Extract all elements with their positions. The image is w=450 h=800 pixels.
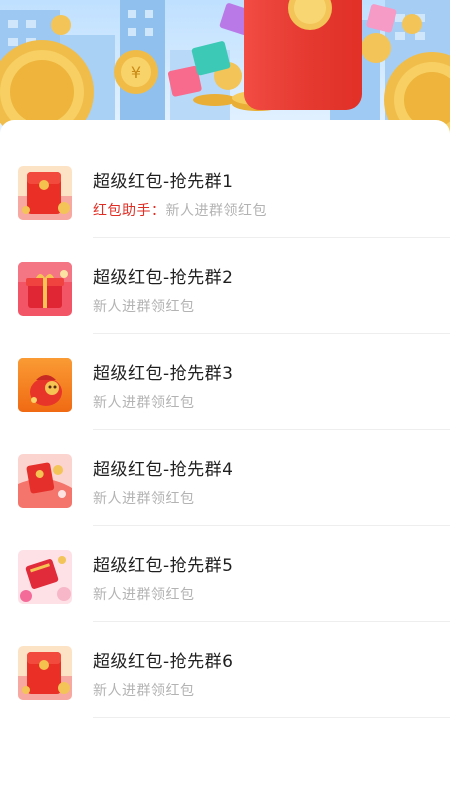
- group-avatar-1: [18, 166, 72, 220]
- group-avatar-5: [18, 550, 72, 604]
- group-subtitle: 新人进群领红包: [93, 491, 195, 507]
- group-row-6[interactable]: 超级红包-抢先群6 新人进群领红包: [0, 622, 450, 718]
- gift-box-icon: [18, 262, 72, 316]
- group-title: 超级红包-抢先群1: [93, 172, 234, 192]
- row-divider: [93, 717, 450, 718]
- group-avatar-2: [18, 262, 72, 316]
- group-subtitle: 红包助手：新人进群领红包: [93, 200, 267, 220]
- group-subtitle: 新人进群领红包: [93, 587, 195, 603]
- group-title: 超级红包-抢先群2: [93, 268, 234, 288]
- group-subtitle: 新人进群领红包: [93, 299, 195, 315]
- lucky-bag-icon: [18, 358, 72, 412]
- group-list: 超级红包-抢先群1 红包助手：新人进群领红包 超级红包-抢先群2 新人进群领红包: [0, 142, 450, 718]
- group-avatar-6: [18, 646, 72, 700]
- group-subtitle-text: 新人进群领红包: [165, 203, 267, 219]
- svg-text:¥: ¥: [131, 63, 141, 82]
- red-envelope-icon: [18, 646, 72, 700]
- group-list-card: 超级红包-抢先群1 红包助手：新人进群领红包 超级红包-抢先群2 新人进群领红包: [0, 120, 450, 800]
- group-title: 超级红包-抢先群4: [93, 460, 234, 480]
- group-row-4[interactable]: 超级红包-抢先群4 新人进群领红包: [0, 430, 450, 526]
- festive-envelope-icon: [18, 454, 72, 508]
- group-avatar-4: [18, 454, 72, 508]
- group-title: 超级红包-抢先群6: [93, 652, 234, 672]
- group-avatar-3: [18, 358, 72, 412]
- group-row-3[interactable]: 超级红包-抢先群3 新人进群领红包: [0, 334, 450, 430]
- group-subtitle: 新人进群领红包: [93, 395, 195, 411]
- assistant-tag: 红包助手：: [93, 203, 166, 219]
- group-row-1[interactable]: 超级红包-抢先群1 红包助手：新人进群领红包: [0, 142, 450, 238]
- red-envelope-icon: [18, 166, 72, 220]
- group-row-5[interactable]: 超级红包-抢先群5 新人进群领红包: [0, 526, 450, 622]
- group-title: 超级红包-抢先群3: [93, 364, 234, 384]
- group-title: 超级红包-抢先群5: [93, 556, 234, 576]
- group-row-2[interactable]: 超级红包-抢先群2 新人进群领红包: [0, 238, 450, 334]
- envelope-flowers-icon: [18, 550, 72, 604]
- group-subtitle: 新人进群领红包: [93, 683, 195, 699]
